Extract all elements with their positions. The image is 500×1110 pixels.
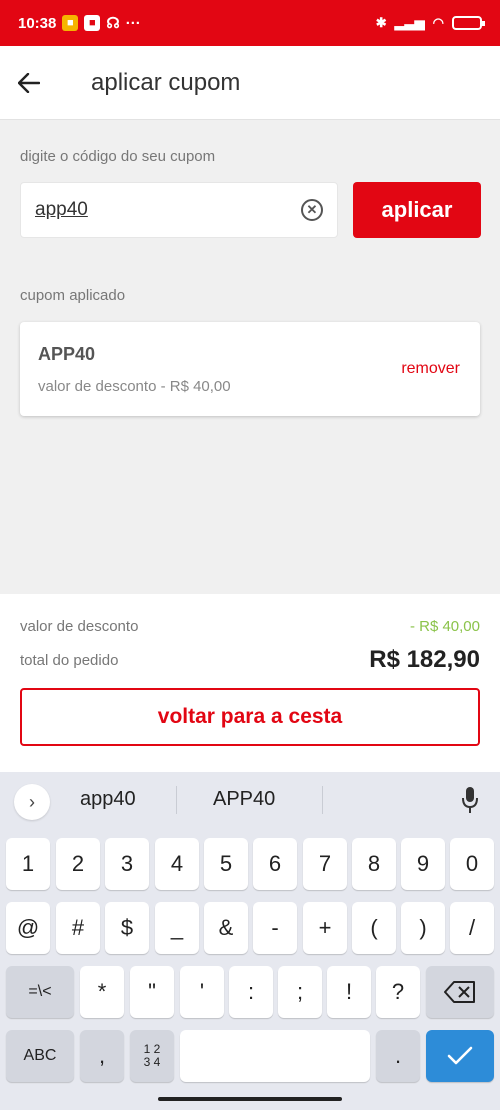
key-semicolon[interactable]: ; xyxy=(278,966,322,1018)
key-asterisk[interactable]: * xyxy=(80,966,124,1018)
key-at[interactable]: @ xyxy=(6,902,50,954)
page-title: aplicar cupom xyxy=(91,68,241,96)
back-to-basket-button[interactable]: voltar para a cesta xyxy=(20,688,480,746)
coupon-input[interactable] xyxy=(35,199,301,221)
total-label: total do pedido xyxy=(20,651,119,669)
key-minus[interactable]: - xyxy=(253,902,297,954)
on-screen-keyboard: › app40 APP40 1 2 3 4 5 6 7 8 9 0 @ # $ … xyxy=(0,772,500,1110)
key-9[interactable]: 9 xyxy=(401,838,445,890)
key-dollar[interactable]: $ xyxy=(105,902,149,954)
battery-icon xyxy=(452,16,485,30)
discount-label: valor de desconto xyxy=(20,618,139,635)
coupon-code-label: digite o código do seu cupom xyxy=(20,148,216,165)
key-space[interactable] xyxy=(180,1030,370,1082)
notification-icon-3: ☊ xyxy=(106,15,120,32)
applied-coupon-label: cupom aplicado xyxy=(20,287,126,304)
suggestion-2[interactable]: APP40 xyxy=(213,788,275,811)
discount-value: - R$ 40,00 xyxy=(409,618,480,635)
remove-coupon-link[interactable]: remover xyxy=(401,360,460,378)
bluetooth-icon: ✱ xyxy=(375,15,387,30)
key-period[interactable]: . xyxy=(376,1030,420,1082)
microphone-icon[interactable] xyxy=(460,786,480,816)
total-value: R$ 182,90 xyxy=(369,646,480,673)
key-4[interactable]: 4 xyxy=(155,838,199,890)
key-0[interactable]: 0 xyxy=(450,838,494,890)
applied-coupon-code: APP40 xyxy=(38,344,96,364)
key-3[interactable]: 3 xyxy=(105,838,149,890)
key-abc[interactable]: ABC xyxy=(6,1030,74,1082)
key-single-quote[interactable]: ' xyxy=(180,966,224,1018)
signal-icon: ▂▃▅ xyxy=(394,15,425,30)
apply-coupon-button[interactable]: aplicar xyxy=(353,182,481,238)
key-hash[interactable]: # xyxy=(56,902,100,954)
status-more-dots: ··· xyxy=(125,14,141,32)
suggestion-1[interactable]: app40 xyxy=(80,788,136,811)
suggestion-bar: › app40 APP40 xyxy=(0,772,500,830)
key-comma[interactable]: , xyxy=(80,1030,124,1082)
back-arrow-icon[interactable] xyxy=(0,46,58,120)
applied-coupon-card: APP40 valor de desconto - R$ 40,00 remov… xyxy=(20,322,480,416)
key-6[interactable]: 6 xyxy=(253,838,297,890)
notification-app-icon: ■ xyxy=(62,15,79,31)
key-numpad[interactable]: 1 2 3 4 xyxy=(130,1030,174,1082)
total-row: total do pedido R$ 182,90 xyxy=(20,646,480,674)
key-2[interactable]: 2 xyxy=(56,838,100,890)
wifi-icon: ◠ xyxy=(432,15,444,30)
key-underscore[interactable]: _ xyxy=(155,902,199,954)
key-ampersand[interactable]: & xyxy=(204,902,248,954)
key-5[interactable]: 5 xyxy=(204,838,248,890)
order-summary: valor de desconto - R$ 40,00 total do pe… xyxy=(0,594,500,774)
key-7[interactable]: 7 xyxy=(303,838,347,890)
app-bar: aplicar cupom xyxy=(0,46,500,120)
key-more-symbols[interactable]: =\< xyxy=(6,966,74,1018)
key-open-paren[interactable]: ( xyxy=(352,902,396,954)
enter-check-icon[interactable] xyxy=(426,1030,494,1082)
key-question[interactable]: ? xyxy=(376,966,420,1018)
coupon-input-box[interactable]: ✕ xyxy=(20,182,338,238)
key-8[interactable]: 8 xyxy=(352,838,396,890)
home-indicator xyxy=(158,1097,342,1101)
key-colon[interactable]: : xyxy=(229,966,273,1018)
key-double-quote[interactable]: " xyxy=(130,966,174,1018)
key-1[interactable]: 1 xyxy=(6,838,50,890)
key-close-paren[interactable]: ) xyxy=(401,902,445,954)
backspace-icon[interactable] xyxy=(426,966,494,1018)
discount-row: valor de desconto - R$ 40,00 xyxy=(20,618,480,635)
chevron-right-icon[interactable]: › xyxy=(14,784,50,820)
key-exclamation[interactable]: ! xyxy=(327,966,371,1018)
status-time: 10:38 xyxy=(18,14,57,32)
status-bar: 10:38 ■ ■ ☊ ··· ✱ ▂▃▅ ◠ xyxy=(0,0,500,46)
key-plus[interactable]: + xyxy=(303,902,347,954)
suggestion-divider xyxy=(322,786,323,814)
numpad-label-bottom: 3 4 xyxy=(143,1055,161,1069)
notification-app-icon-2: ■ xyxy=(84,15,101,31)
clear-input-icon[interactable]: ✕ xyxy=(301,199,323,221)
applied-coupon-description: valor de desconto - R$ 40,00 xyxy=(38,378,231,395)
suggestion-divider xyxy=(176,786,177,814)
key-slash[interactable]: / xyxy=(450,902,494,954)
